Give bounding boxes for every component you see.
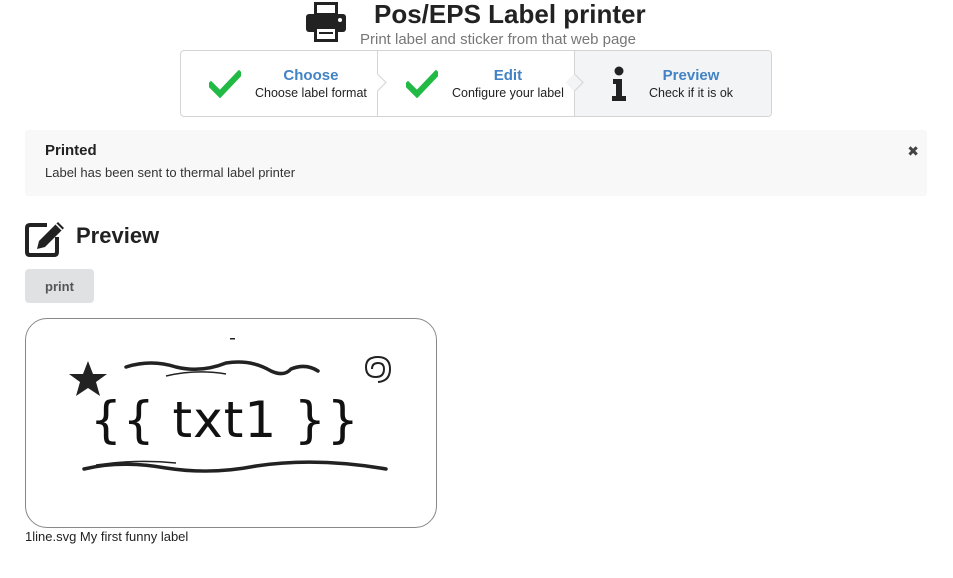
info-icon <box>601 66 637 102</box>
step-progress: Choose Choose label format Edit Configur… <box>180 50 772 117</box>
message-header: Printed <box>45 142 97 159</box>
success-message: Printed Label has been sent to thermal l… <box>25 130 927 196</box>
spiral-icon <box>364 355 392 383</box>
close-icon[interactable]: ✖ <box>907 143 919 160</box>
step-title: Preview <box>662 67 720 84</box>
app-subtitle: Print label and sticker from that web pa… <box>360 31 636 48</box>
label-caption: 1line.svg My first funny label <box>25 529 189 544</box>
step-title: Choose <box>283 67 339 84</box>
check-icon <box>207 66 243 102</box>
app-header: Pos/EPS Label printer Print label and st… <box>0 0 953 50</box>
step-description: Check if it is ok <box>649 86 734 100</box>
step-description: Configure your label <box>452 86 564 100</box>
preview-title: Preview <box>76 223 160 248</box>
label-preview: {{ txt1 }} <box>25 318 437 528</box>
step-preview[interactable]: Preview Check if it is ok <box>575 51 771 116</box>
print-button[interactable]: print <box>25 269 94 303</box>
step-choose[interactable]: Choose Choose label format <box>181 51 387 116</box>
step-title: Edit <box>493 67 523 84</box>
printer-icon <box>306 2 346 42</box>
edit-icon <box>25 222 64 257</box>
message-body: Label has been sent to thermal label pri… <box>45 165 296 180</box>
check-icon <box>404 66 440 102</box>
step-edit[interactable]: Edit Configure your label <box>378 51 584 116</box>
app-title: Pos/EPS Label printer <box>374 0 646 29</box>
label-placeholder-text: {{ txt1 }} <box>90 391 360 449</box>
step-description: Choose label format <box>255 86 367 100</box>
